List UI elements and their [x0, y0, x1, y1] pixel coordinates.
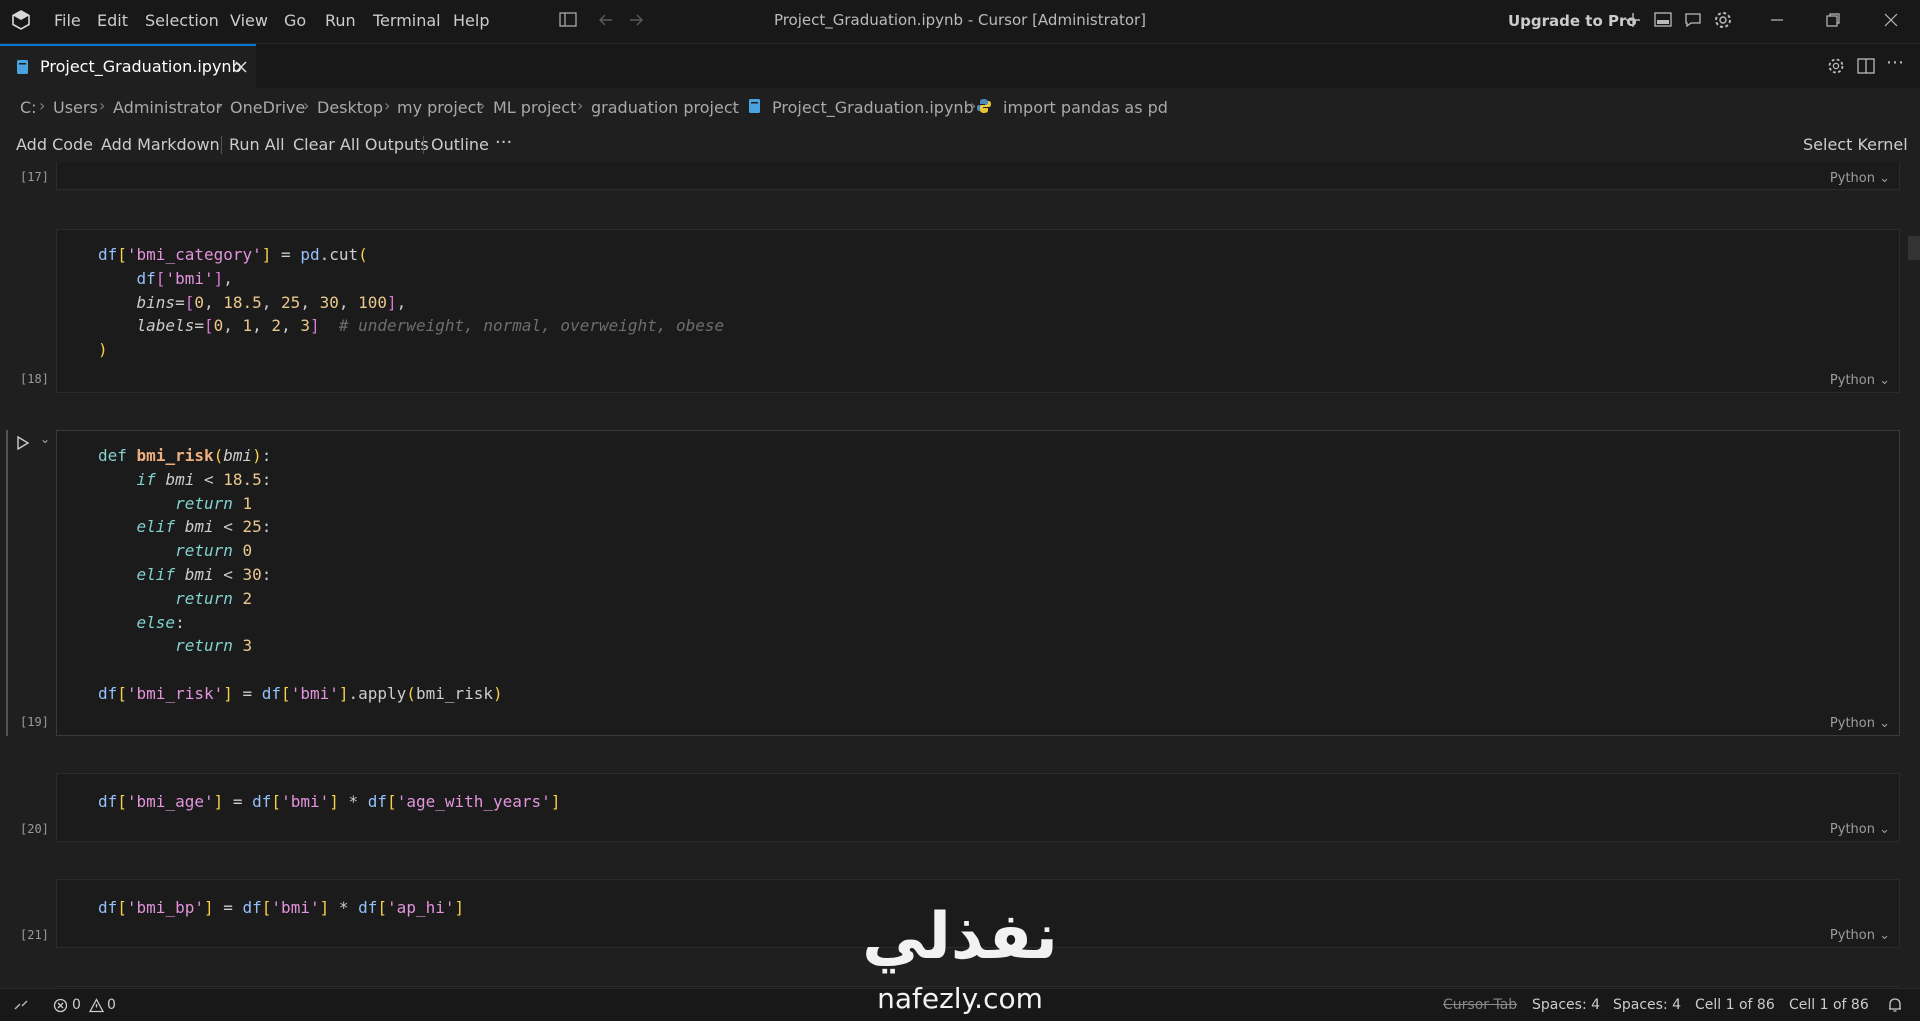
- minimize-icon[interactable]: [1766, 9, 1788, 31]
- tab-bar: Project_Graduation.ipynb ⋯: [0, 44, 1920, 89]
- outline-button[interactable]: Outline: [431, 135, 489, 154]
- cell-19-code[interactable]: def bmi_risk(bmi): if bmi < 18.5: return…: [98, 444, 503, 706]
- remote-connection-icon[interactable]: [12, 997, 30, 1013]
- cell-language-20[interactable]: Python ⌄: [1830, 822, 1890, 837]
- python-icon: [977, 99, 991, 113]
- notebook-editor: [17] Python ⌄ df['bmi_category'] = pd.cu…: [0, 162, 1920, 988]
- toggle-sidebar-icon[interactable]: [557, 9, 579, 31]
- chevron-right-icon: ›: [479, 96, 486, 115]
- upgrade-to-pro-button[interactable]: Upgrade to Pro: [1508, 12, 1637, 30]
- panel-toggle-icon[interactable]: [1652, 9, 1674, 31]
- menu-file[interactable]: File: [54, 11, 81, 30]
- menu-run[interactable]: Run: [325, 11, 356, 30]
- run-cell-icon[interactable]: [15, 435, 31, 451]
- watermark-latin: nafezly.com: [877, 982, 1043, 1015]
- menu-edit[interactable]: Edit: [97, 11, 128, 30]
- execution-count-20: [20]: [20, 822, 49, 836]
- cell-language-17[interactable]: Python ⌄: [1830, 171, 1890, 186]
- warning-count[interactable]: 0: [107, 997, 116, 1013]
- breadcrumb-my-project[interactable]: my project: [397, 98, 483, 117]
- notebook-file-icon: [17, 60, 28, 74]
- indentation-spaces[interactable]: Spaces: 4: [1532, 997, 1600, 1013]
- chevron-right-icon: ›: [577, 96, 584, 115]
- cell-language-21[interactable]: Python ⌄: [1830, 928, 1890, 943]
- watermark: نفذلي nafezly.com: [840, 900, 1080, 1020]
- breadcrumb-users[interactable]: Users: [53, 98, 98, 117]
- notebook-toolbar: Add Code Add Markdown Run All Clear All …: [0, 126, 1920, 162]
- breadcrumb-ml-project[interactable]: ML project: [493, 98, 576, 117]
- menu-selection[interactable]: Selection: [145, 11, 219, 30]
- code-cell-17[interactable]: [56, 162, 1900, 190]
- indentation-spaces-2[interactable]: Spaces: 4: [1613, 997, 1681, 1013]
- cursor-tab-status[interactable]: Cursor Tab: [1443, 997, 1517, 1013]
- breadcrumb-desktop[interactable]: Desktop: [317, 98, 383, 117]
- cell-position-2[interactable]: Cell 1 of 86: [1789, 997, 1869, 1013]
- more-actions-icon[interactable]: ⋯: [1886, 52, 1904, 73]
- error-icon[interactable]: [53, 998, 68, 1013]
- chevron-right-icon: ›: [384, 96, 391, 115]
- menu-go[interactable]: Go: [284, 11, 306, 30]
- title-bar: File Edit Selection View Go Run Terminal…: [0, 0, 1920, 44]
- tab-label: Project_Graduation.ipynb: [40, 57, 242, 76]
- breadcrumb: C: › Users › Administrator › OneDrive › …: [0, 88, 1920, 126]
- cursor-logo-icon: [12, 10, 30, 30]
- notebook-settings-icon[interactable]: [1826, 56, 1846, 76]
- settings-gear-icon[interactable]: [1712, 9, 1734, 31]
- execution-count-17: [17]: [20, 170, 49, 184]
- execution-count-18: [18]: [20, 372, 49, 386]
- cell-20-code[interactable]: df['bmi_age'] = df['bmi'] * df['age_with…: [98, 790, 560, 814]
- chevron-right-icon: ›: [99, 96, 106, 115]
- notebook-file-icon: [749, 99, 760, 113]
- execution-count-21: [21]: [20, 928, 49, 942]
- forward-arrow-icon[interactable]: [625, 9, 647, 31]
- watermark-arabic: نفذلي: [862, 900, 1058, 974]
- chevron-right-icon: ›: [39, 96, 46, 115]
- plus-icon[interactable]: [1622, 9, 1644, 31]
- editor-scrollbar[interactable]: [1908, 236, 1920, 260]
- tab-project-graduation[interactable]: Project_Graduation.ipynb: [0, 44, 256, 88]
- menu-help[interactable]: Help: [453, 11, 489, 30]
- warning-icon[interactable]: [89, 998, 104, 1013]
- back-arrow-icon[interactable]: [595, 9, 617, 31]
- close-tab-icon[interactable]: [234, 60, 248, 74]
- select-kernel-button[interactable]: Select Kernel: [1803, 135, 1908, 154]
- cell-position[interactable]: Cell 1 of 86: [1695, 997, 1775, 1013]
- error-count[interactable]: 0: [72, 997, 81, 1013]
- run-all-button[interactable]: Run All: [229, 135, 285, 154]
- breadcrumb-graduation-project[interactable]: graduation project: [591, 98, 739, 117]
- breadcrumb-administrator[interactable]: Administrator: [113, 98, 222, 117]
- split-editor-icon[interactable]: [1856, 56, 1876, 76]
- chevron-right-icon: ›: [731, 96, 738, 115]
- cell-21-code[interactable]: df['bmi_bp'] = df['bmi'] * df['ap_hi']: [98, 896, 464, 920]
- add-code-button[interactable]: Add Code: [16, 135, 93, 154]
- cell-18-code[interactable]: df['bmi_category'] = pd.cut( df['bmi'], …: [98, 243, 724, 362]
- breadcrumb-onedrive[interactable]: OneDrive: [230, 98, 305, 117]
- breadcrumb-cell-symbol[interactable]: import pandas as pd: [1003, 98, 1168, 117]
- more-toolbar-icon[interactable]: ···: [495, 132, 512, 153]
- breadcrumb-notebook-file[interactable]: Project_Graduation.ipynb: [772, 98, 974, 117]
- clear-all-outputs-button[interactable]: Clear All Outputs: [293, 135, 429, 154]
- notifications-bell-icon[interactable]: [1886, 996, 1904, 1014]
- breadcrumb-drive[interactable]: C:: [20, 98, 37, 117]
- add-markdown-button[interactable]: Add Markdown: [101, 135, 220, 154]
- run-options-chevron-icon[interactable]: ⌄: [40, 432, 50, 446]
- chat-icon[interactable]: [1682, 9, 1704, 31]
- cell-language-19[interactable]: Python ⌄: [1830, 716, 1890, 731]
- close-window-icon[interactable]: [1880, 9, 1902, 31]
- cell-focus-indicator: [6, 430, 8, 736]
- cell-language-18[interactable]: Python ⌄: [1830, 373, 1890, 388]
- restore-icon[interactable]: [1822, 9, 1844, 31]
- toolbar-divider: [221, 136, 222, 154]
- execution-count-19: [19]: [20, 715, 49, 729]
- chevron-right-icon: ›: [216, 96, 223, 115]
- menu-terminal[interactable]: Terminal: [373, 11, 441, 30]
- menu-view[interactable]: View: [230, 11, 268, 30]
- toolbar-divider: [423, 136, 424, 154]
- chevron-right-icon: ›: [303, 96, 310, 115]
